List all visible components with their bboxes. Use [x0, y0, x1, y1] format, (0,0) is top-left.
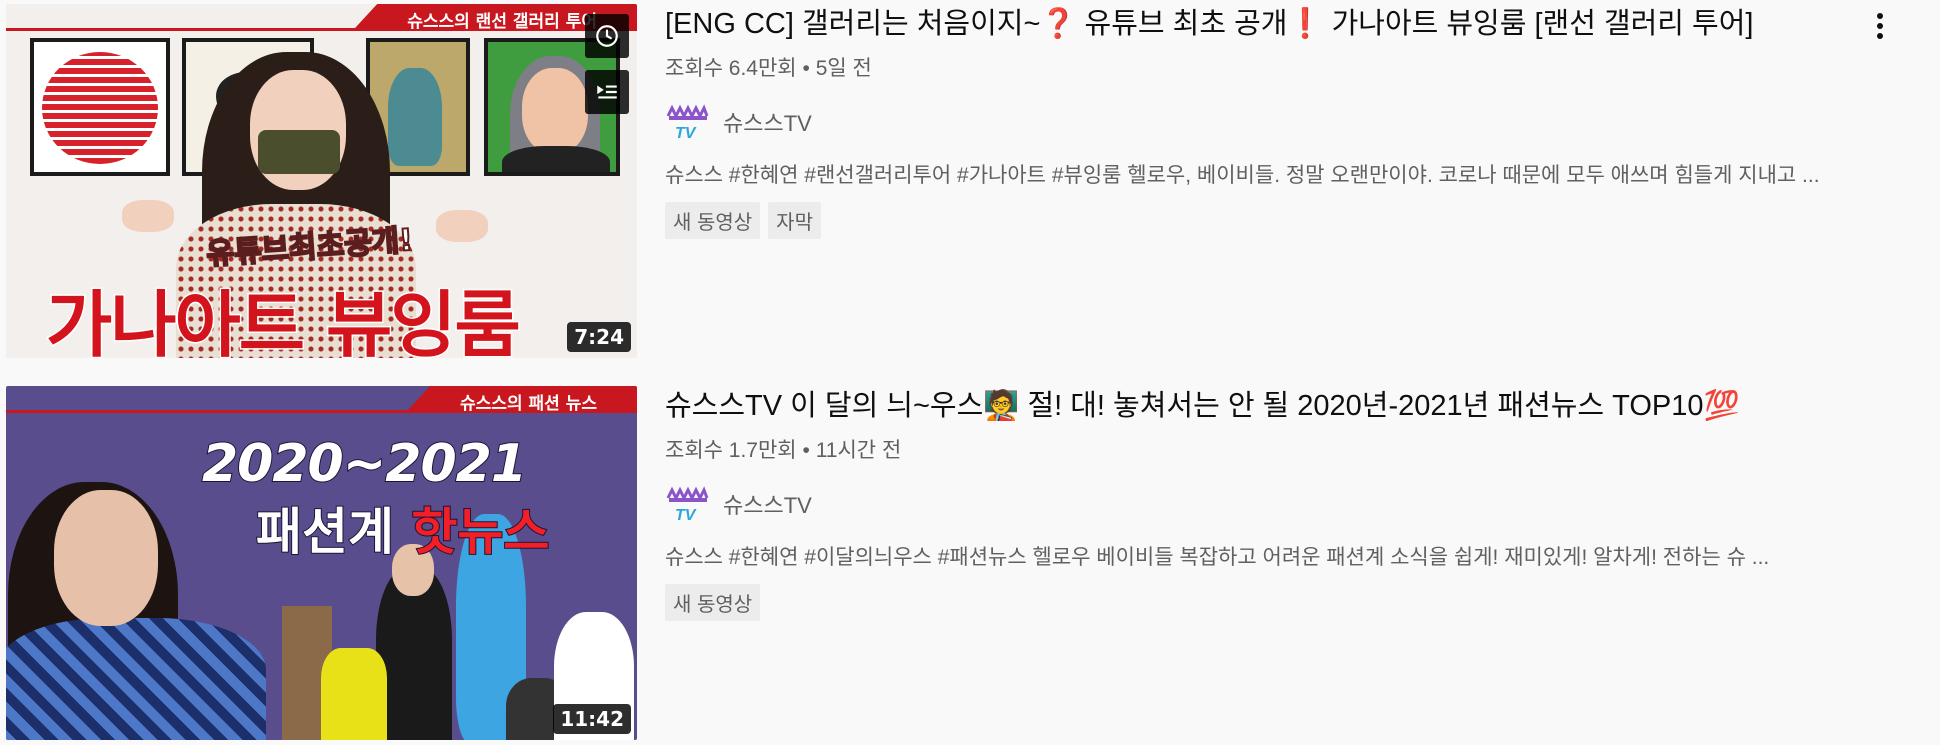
video-meta: [ENG CC] 갤러리는 처음이지~❓ 유튜브 최초 공개❗ 가나아트 뷰잉룸…	[665, 0, 1865, 239]
video-thumbnail[interactable]: 슈스스의 패션 뉴스 2020~2021 패션계 핫뉴스 11:42	[6, 386, 637, 740]
video-description: 슈스스 #한혜연 #랜선갤러리투어 #가나아트 #뷰잉룸 헬로우, 베이비들. …	[665, 164, 1820, 187]
artwork-red-circle	[30, 38, 170, 176]
view-count: 조회수 6.4만회	[665, 57, 797, 80]
svg-text:TV: TV	[675, 125, 697, 142]
more-actions-button[interactable]	[1860, 6, 1900, 46]
presenter-hand	[122, 200, 174, 232]
presenter-outfit	[6, 618, 266, 740]
more-vert-icon	[1877, 13, 1883, 39]
channel-avatar[interactable]: TV	[665, 484, 709, 524]
model-figure	[321, 648, 387, 740]
badge-new-video: 새 동영상	[665, 584, 761, 621]
upload-age: 5일 전	[815, 57, 872, 80]
video-stats: 조회수 1.7만회 • 11시간 전	[665, 434, 1865, 464]
video-title[interactable]: [ENG CC] 갤러리는 처음이지~❓ 유튜브 최초 공개❗ 가나아트 뷰잉룸…	[665, 4, 1865, 44]
watch-later-button[interactable]	[585, 14, 629, 58]
video-item[interactable]: 슈스스의 랜선 갤러리 투어 유튜브최초공개! 가나아트 뷰잉룸 7:24 [E…	[0, 0, 1940, 362]
view-count: 조회수 1.7만회	[665, 439, 797, 462]
channel-avatar[interactable]: TV	[665, 102, 709, 142]
badge-captions: 자막	[768, 202, 821, 239]
channel-link[interactable]: TV 슈스스TV	[665, 102, 1865, 142]
video-item[interactable]: 슈스스의 패션 뉴스 2020~2021 패션계 핫뉴스 11:42 슈스스TV…	[0, 382, 1940, 744]
channel-link[interactable]: TV 슈스스TV	[665, 484, 1865, 524]
presenter-hand	[436, 210, 488, 242]
badge-row: 새 동영상	[665, 584, 1865, 621]
video-duration: 11:42	[553, 704, 631, 734]
clock-icon	[596, 25, 618, 47]
separator-dot: •	[802, 439, 810, 462]
badge-new-video: 새 동영상	[665, 202, 761, 239]
video-meta: 슈스스TV 이 달의 늬~우스🧑‍🏫 절! 대! 놓쳐서는 안 될 2020년-…	[665, 382, 1865, 621]
thumbnail-headline: 가나아트 뷰잉룸	[45, 282, 523, 359]
presenter-mask	[258, 130, 340, 174]
video-description: 슈스스 #한혜연 #이달의늬우스 #패션뉴스 헬로우 베이비들 복잡하고 어려운…	[665, 546, 1770, 569]
badge-row: 새 동영상 자막	[665, 202, 1865, 239]
video-stats: 조회수 6.4만회 • 5일 전	[665, 52, 1865, 82]
thumbnail-banner: 슈스스의 패션 뉴스	[406, 386, 637, 412]
thumbnail-headline: 패션계 핫뉴스	[255, 492, 550, 564]
channel-name[interactable]: 슈스스TV	[723, 106, 812, 138]
add-to-queue-button[interactable]	[585, 70, 629, 114]
thumbnail-headline-years: 2020~2021	[201, 433, 528, 495]
video-title[interactable]: 슈스스TV 이 달의 늬~우스🧑‍🏫 절! 대! 놓쳐서는 안 될 2020년-…	[665, 386, 1865, 426]
video-duration: 7:24	[567, 322, 631, 352]
presenter-face	[54, 490, 158, 626]
separator-dot: •	[802, 57, 810, 80]
thumbnail-headline-part: 패션계	[255, 502, 412, 562]
queue-icon	[597, 85, 617, 99]
channel-name[interactable]: 슈스스TV	[723, 488, 812, 520]
thumbnail-headline-hot: 핫뉴스	[410, 502, 550, 562]
svg-text:TV: TV	[675, 507, 697, 524]
video-thumbnail[interactable]: 슈스스의 랜선 갤러리 투어 유튜브최초공개! 가나아트 뷰잉룸 7:24	[6, 4, 637, 358]
upload-age: 11시간 전	[815, 439, 902, 462]
